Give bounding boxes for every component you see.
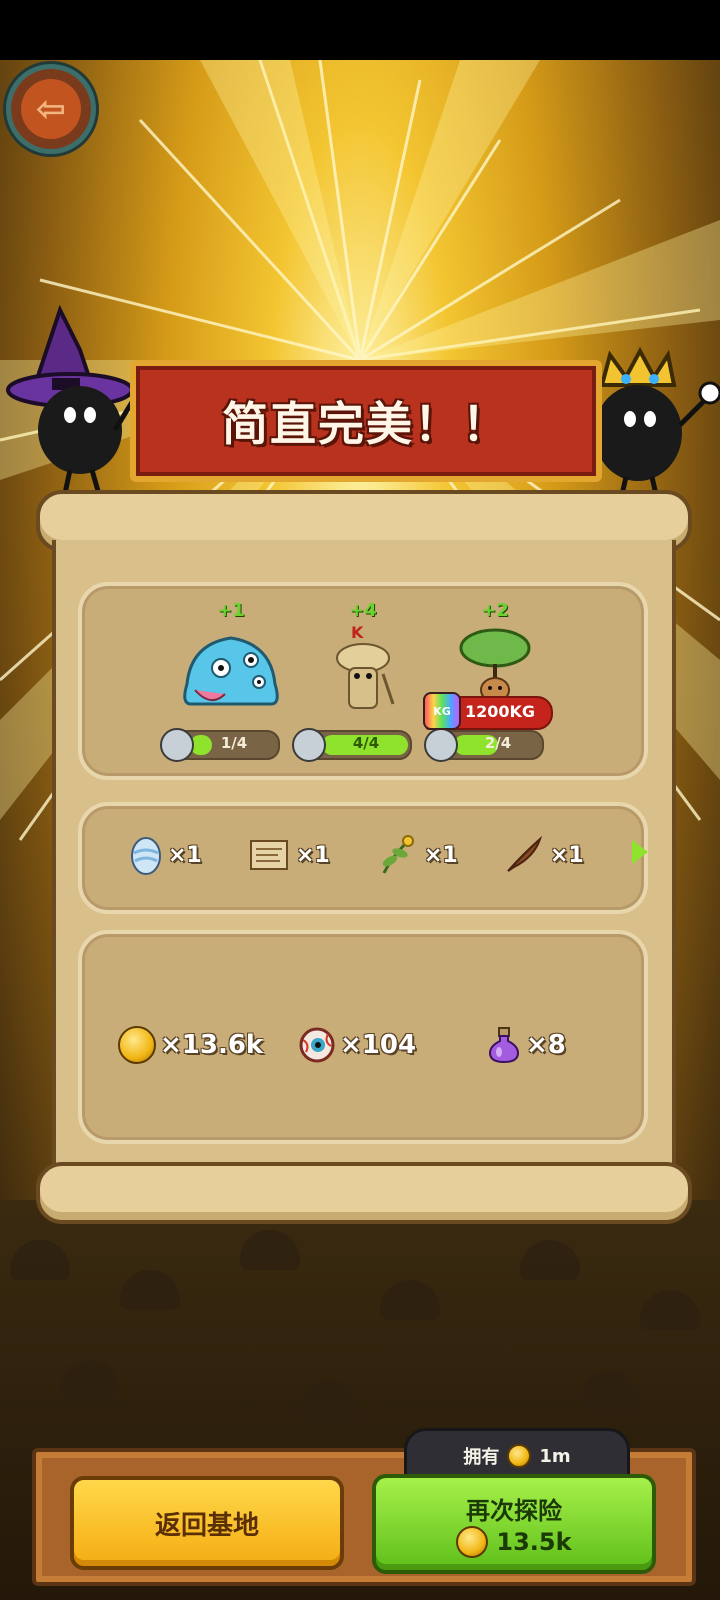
monster-plus: +4 bbox=[349, 600, 377, 621]
eyeball-icon bbox=[299, 1027, 335, 1063]
progress-label: 2/4 bbox=[484, 734, 512, 752]
egg-icon bbox=[131, 837, 161, 875]
bull-icon bbox=[424, 728, 458, 762]
weight-scale-icon: KG bbox=[423, 692, 461, 730]
weight-tag: KG 1200KG bbox=[423, 692, 553, 730]
result-banner: 简直完美！！ bbox=[130, 360, 602, 482]
witch-creature-icon bbox=[6, 304, 150, 499]
result-title: 简直完美！！ bbox=[222, 397, 510, 451]
back-button[interactable]: ⇦ bbox=[6, 64, 96, 154]
item-count: ×1 bbox=[296, 842, 330, 868]
progress-label: 1/4 bbox=[220, 734, 248, 752]
return-base-button[interactable]: 返回基地 bbox=[70, 1476, 344, 1570]
monster-progress-bar: 2/4 bbox=[424, 728, 544, 762]
bull-icon bbox=[160, 728, 194, 762]
owned-label: 拥有 bbox=[463, 1447, 500, 1468]
coin-icon bbox=[507, 1444, 532, 1468]
scroll-bottom-roll bbox=[36, 1162, 692, 1224]
reward-count: ×104 bbox=[340, 1030, 417, 1060]
reward-slot: ×8 bbox=[486, 1020, 566, 1070]
herb-icon bbox=[382, 835, 414, 874]
monster-plus: +1 bbox=[217, 600, 245, 621]
monster-progress-bar: 1/4 bbox=[160, 728, 280, 762]
feather-icon bbox=[507, 835, 543, 872]
svg-text:K: K bbox=[351, 624, 364, 642]
reward-slot: ×104 bbox=[298, 1020, 416, 1070]
bull-icon bbox=[292, 728, 326, 762]
explore-again-button[interactable]: 再次探险 13.5k bbox=[372, 1474, 656, 1574]
reward-slot: ×13.6k bbox=[118, 1020, 263, 1070]
item-slot[interactable]: ×1 bbox=[504, 830, 584, 880]
next-arrow-icon[interactable] bbox=[632, 840, 648, 864]
monster-card[interactable]: +1 1/4 bbox=[160, 600, 296, 770]
reward-count: ×13.6k bbox=[160, 1030, 264, 1060]
explore-cost: 13.5k bbox=[456, 1525, 572, 1558]
blue-slime-icon bbox=[183, 636, 279, 706]
monster-card[interactable]: +4 K 4/4 bbox=[292, 600, 428, 770]
return-base-label: 返回基地 bbox=[154, 1510, 259, 1541]
weight-value: 1200KG bbox=[465, 702, 536, 721]
coin-icon bbox=[118, 1026, 156, 1064]
status-bar bbox=[0, 0, 720, 60]
yarn-king-icon: K bbox=[336, 624, 395, 709]
item-slot[interactable]: ×1 bbox=[248, 830, 330, 880]
coin-icon bbox=[456, 1525, 489, 1558]
explore-cost-value: 13.5k bbox=[496, 1527, 572, 1556]
potion-icon bbox=[488, 1027, 520, 1064]
monster-progress-bar: 4/4 bbox=[292, 728, 412, 762]
back-arrow-icon: ⇦ bbox=[21, 79, 81, 139]
owned-value: 1m bbox=[539, 1445, 571, 1467]
item-count: ×1 bbox=[424, 842, 458, 868]
item-slot[interactable]: ×1 bbox=[130, 830, 202, 880]
explore-again-label: 再次探险 bbox=[466, 1496, 562, 1525]
monster-plus: +2 bbox=[481, 600, 509, 621]
item-slot[interactable]: ×1 bbox=[378, 830, 458, 880]
item-count: ×1 bbox=[168, 842, 202, 868]
item-count: ×1 bbox=[550, 842, 584, 868]
reward-count: ×8 bbox=[526, 1030, 566, 1060]
scroll-map-icon bbox=[250, 840, 288, 870]
monster-card[interactable]: +2 2/4 bbox=[424, 600, 560, 770]
progress-label: 4/4 bbox=[352, 734, 380, 752]
